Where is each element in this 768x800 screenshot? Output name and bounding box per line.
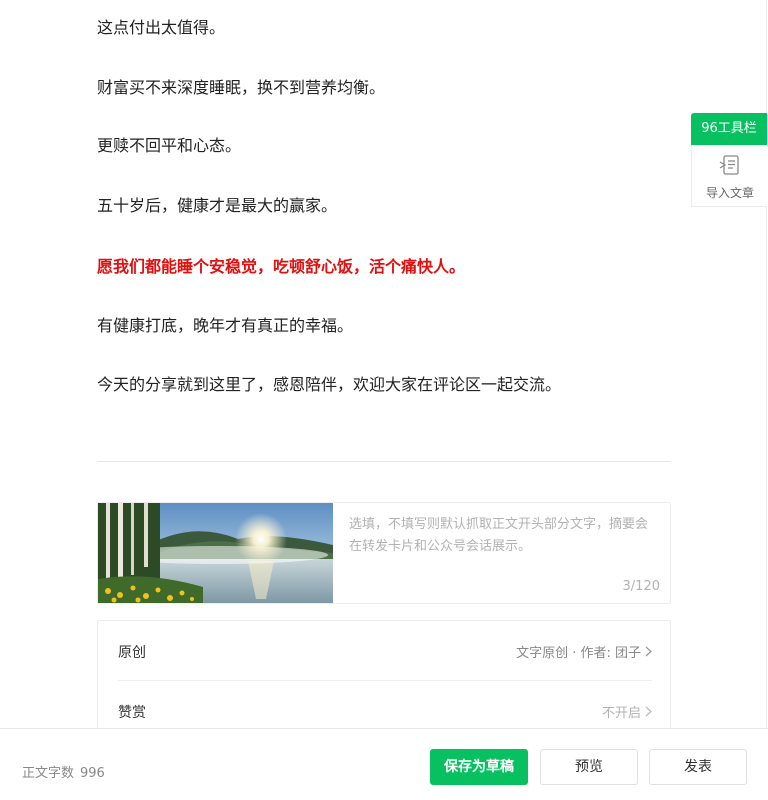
editor-page: 这点付出太值得。 财富买不来深度睡眠，换不到营养均衡。 更赎不回平和心态。 五十…: [0, 0, 768, 800]
word-count: 正文字数 996: [22, 762, 105, 781]
word-count-label: 正文字数: [22, 766, 75, 781]
toolbar-96-tab[interactable]: 96工具栏: [691, 113, 767, 145]
article-settings-card: 原创 文字原创 · 作者: 团子 赞赏 不开启: [97, 620, 671, 740]
summary-char-counter: 3/120: [622, 579, 660, 594]
setting-reward-value-text: 不开启: [601, 706, 641, 721]
paragraph-3[interactable]: 更赎不回平和心态。: [97, 135, 241, 157]
publish-button[interactable]: 发表: [649, 749, 747, 785]
import-article-button[interactable]: 导入文章: [691, 145, 767, 207]
import-article-label: 导入文章: [705, 186, 754, 200]
paragraph-highlight[interactable]: 愿我们都能睡个安稳觉，吃顿舒心饭，活个痛快人。: [97, 256, 465, 278]
cover-image[interactable]: [98, 503, 333, 603]
preview-button[interactable]: 预览: [540, 749, 638, 785]
paragraph-1[interactable]: 这点付出太值得。: [97, 17, 225, 39]
paragraph-6[interactable]: 有健康打底，晚年才有真正的幸福。: [97, 315, 353, 337]
cover-summary-card: 选填，不填写则默认抓取正文开头部分文字，摘要会在转发卡片和公众号会话展示。 3/…: [97, 502, 671, 604]
setting-original[interactable]: 原创 文字原创 · 作者: 团子: [118, 621, 652, 681]
footer-bar: 正文字数 996 保存为草稿 预览 发表: [0, 728, 768, 800]
setting-original-label: 原创: [118, 645, 146, 661]
article-divider: [97, 461, 671, 462]
chevron-right-icon: [645, 706, 652, 717]
chevron-right-icon: [645, 646, 652, 657]
setting-original-value-text: 文字原创 · 作者: 团子: [516, 646, 641, 661]
save-draft-button[interactable]: 保存为草稿: [430, 749, 528, 785]
paragraph-4[interactable]: 五十岁后，健康才是最大的赢家。: [97, 195, 337, 217]
setting-original-value[interactable]: 文字原创 · 作者: 团子: [516, 642, 652, 661]
paragraph-7[interactable]: 今天的分享就到这里了，感恩陪伴，欢迎大家在评论区一起交流。: [97, 374, 561, 396]
canvas-edge: [766, 0, 767, 728]
summary-placeholder[interactable]: 选填，不填写则默认抓取正文开头部分文字，摘要会在转发卡片和公众号会话展示。: [349, 514, 659, 558]
paragraph-2[interactable]: 财富买不来深度睡眠，换不到营养均衡。: [97, 77, 385, 99]
setting-reward-label: 赞赏: [118, 705, 146, 721]
import-article-icon: [719, 155, 739, 175]
word-count-value: 996: [80, 766, 105, 781]
setting-reward-value[interactable]: 不开启: [602, 702, 652, 721]
